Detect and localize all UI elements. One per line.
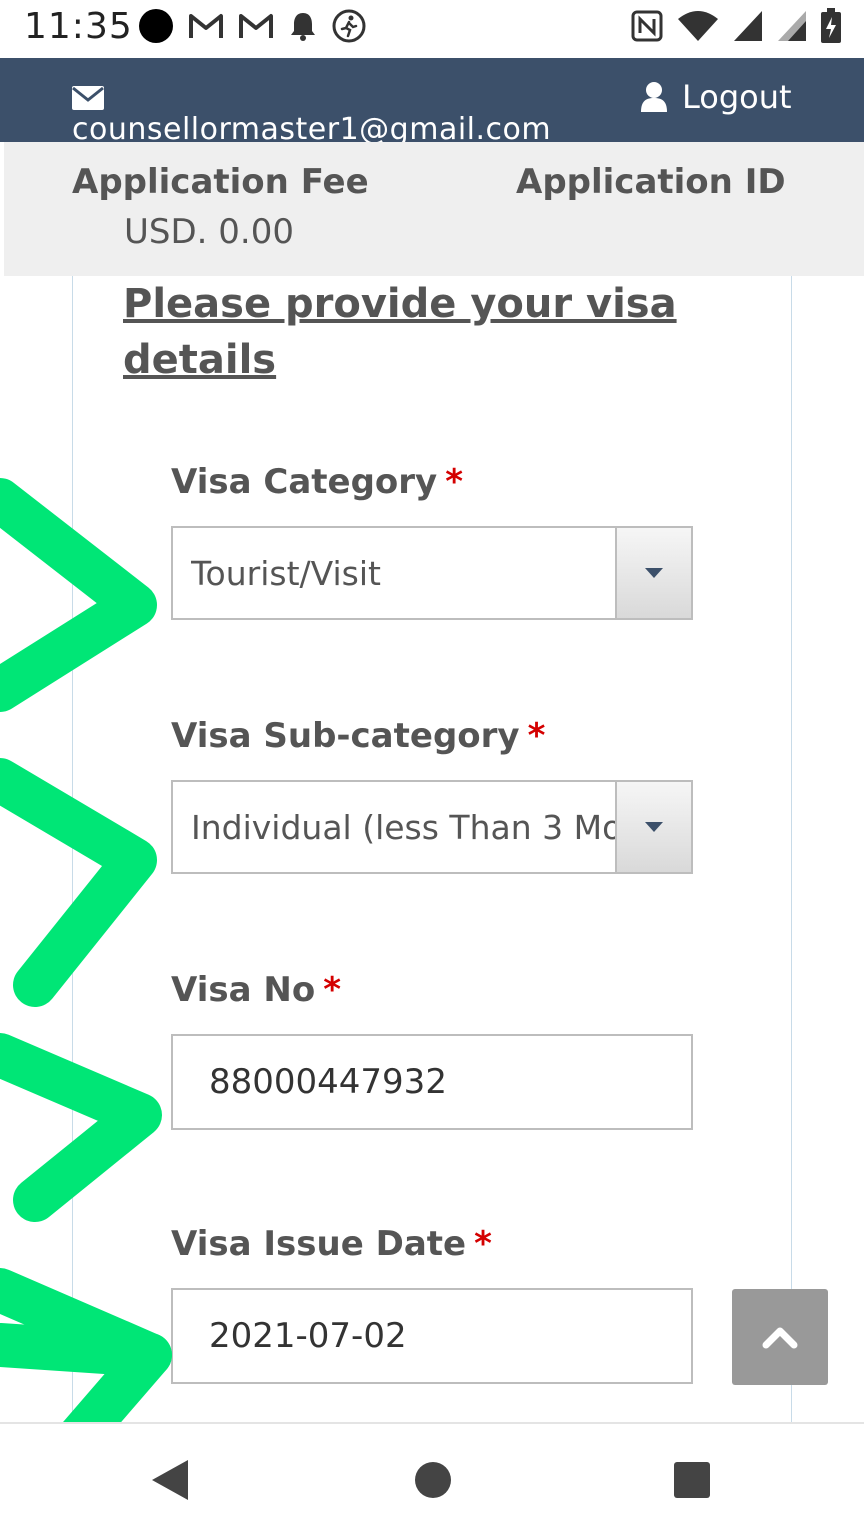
visa-issue-date-value: 2021-07-02 xyxy=(209,1316,407,1356)
visa-sub-category-dropdown-button[interactable] xyxy=(615,782,691,872)
application-id-label: Application ID xyxy=(516,162,786,202)
battery-icon xyxy=(821,8,841,43)
scroll-to-top-button[interactable] xyxy=(732,1289,828,1385)
visa-category-select[interactable]: Tourist/Visit xyxy=(171,526,693,620)
visa-issue-date-label-text: Visa Issue Date xyxy=(171,1224,467,1264)
user-email: counsellormaster1@gmail.com xyxy=(72,112,552,142)
required-marker: * xyxy=(474,1224,492,1264)
visa-sub-category-select[interactable]: Individual (less Than 3 Months) xyxy=(171,780,693,874)
android-nav-bar xyxy=(0,1422,864,1538)
visa-no-value: 88000447932 xyxy=(209,1062,447,1102)
recents-icon[interactable] xyxy=(672,1458,712,1502)
required-marker: * xyxy=(527,716,546,756)
required-marker: * xyxy=(323,970,341,1010)
visa-issue-date-input[interactable]: 2021-07-02 xyxy=(171,1288,693,1384)
back-icon[interactable] xyxy=(150,1458,190,1502)
visa-issue-date-label: Visa Issue Date * xyxy=(171,1224,492,1264)
user-icon xyxy=(641,82,667,112)
visa-category-dropdown-button[interactable] xyxy=(615,528,691,618)
walking-icon xyxy=(332,9,366,43)
gmail-icon xyxy=(189,14,223,38)
application-fee-label: Application Fee xyxy=(72,162,369,202)
visa-no-label: Visa No * xyxy=(171,970,341,1010)
visa-no-input[interactable]: 88000447932 xyxy=(171,1034,693,1130)
status-time: 11:35 xyxy=(24,6,133,47)
fee-panel: Application Fee USD. 0.00 Application ID xyxy=(4,142,864,276)
signal-icon xyxy=(778,11,806,41)
mail-icon xyxy=(72,86,104,110)
circle-dot-icon xyxy=(139,9,173,43)
caret-down-icon xyxy=(645,822,663,832)
bell-icon xyxy=(291,13,315,41)
home-icon[interactable] xyxy=(412,1458,454,1502)
nfc-icon xyxy=(631,10,663,42)
visa-category-value: Tourist/Visit xyxy=(191,554,381,593)
gmail-icon xyxy=(239,14,273,38)
status-bar: 11:35 xyxy=(0,0,864,58)
visa-sub-category-value: Individual (less Than 3 Months) xyxy=(191,808,621,847)
wifi-icon xyxy=(678,11,718,41)
app-header: counsellormaster1@gmail.com Logout xyxy=(0,58,864,142)
visa-category-label-text: Visa Category xyxy=(171,462,438,502)
logout-label: Logout xyxy=(682,78,792,116)
visa-no-label-text: Visa No xyxy=(171,970,316,1010)
status-icons-right xyxy=(630,8,842,44)
chevron-up-icon xyxy=(762,1327,798,1349)
status-icons-left xyxy=(138,8,366,44)
logout-button[interactable]: Logout xyxy=(640,78,792,116)
caret-down-icon xyxy=(645,568,663,578)
application-fee-value: USD. 0.00 xyxy=(124,212,294,252)
required-marker: * xyxy=(445,462,464,502)
signal-icon xyxy=(734,11,762,41)
visa-details-card: Please provide your visa details Visa Ca… xyxy=(72,276,792,1422)
visa-sub-category-label-text: Visa Sub-category xyxy=(171,716,520,756)
form-title: Please provide your visa details xyxy=(123,281,677,383)
visa-sub-category-label: Visa Sub-category * xyxy=(171,716,545,756)
visa-category-label: Visa Category * xyxy=(171,462,463,502)
